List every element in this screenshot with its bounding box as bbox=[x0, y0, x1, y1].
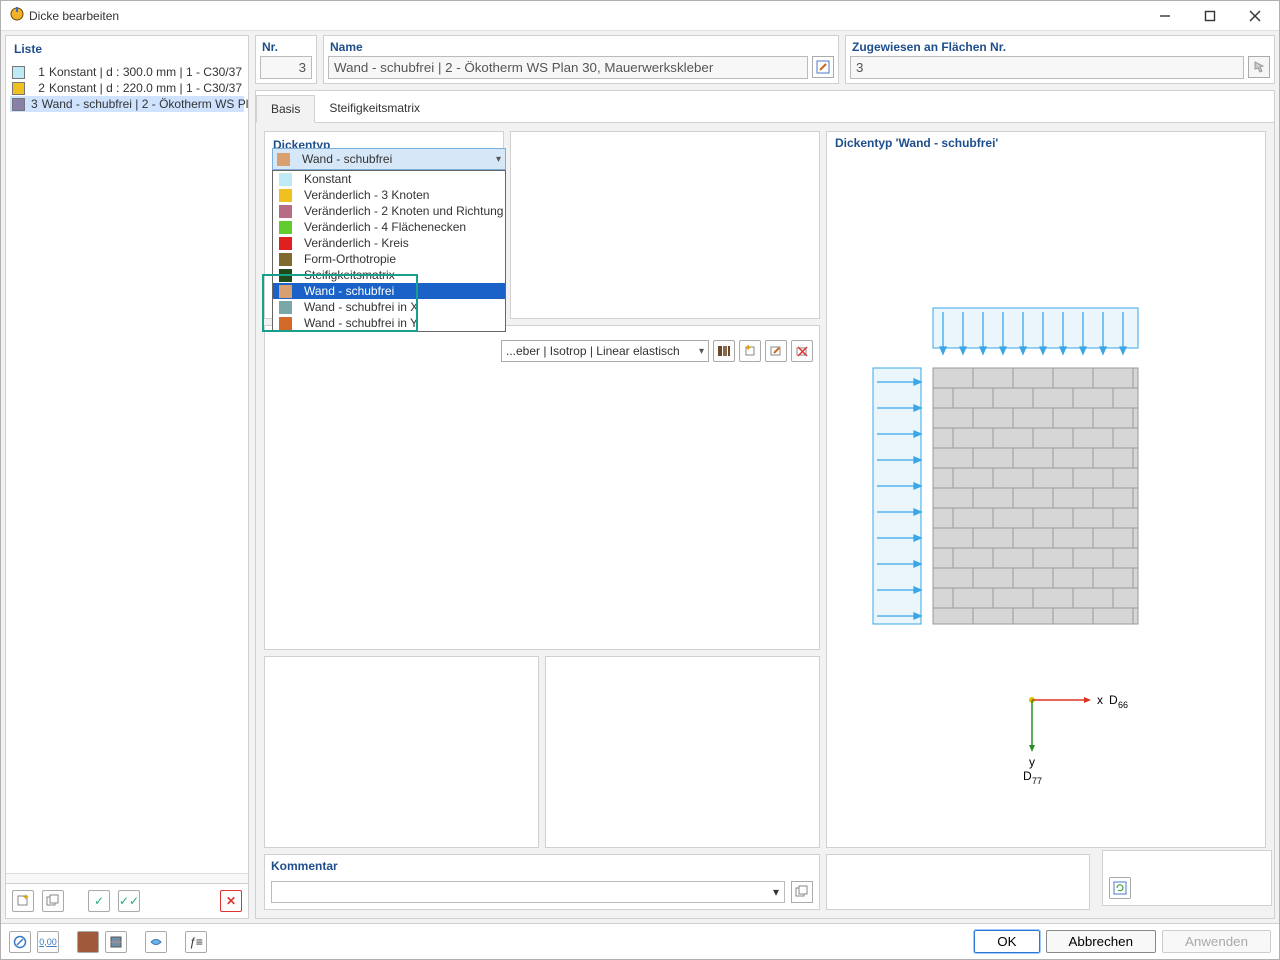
option-kreis[interactable]: Veränderlich - Kreis bbox=[273, 235, 505, 251]
svg-text:✦: ✦ bbox=[22, 894, 30, 902]
name-label: Name bbox=[324, 36, 838, 56]
rename-button[interactable] bbox=[812, 56, 834, 78]
material-edit-button[interactable] bbox=[765, 340, 787, 362]
option-2knoten-richtung[interactable]: Veränderlich - 2 Knoten und Richtung bbox=[273, 203, 505, 219]
maximize-button[interactable] bbox=[1187, 2, 1232, 30]
new-button[interactable]: ✦ bbox=[12, 890, 34, 912]
list-item[interactable]: 1 Konstant | d : 300.0 mm | 1 - C30/37 bbox=[10, 64, 244, 80]
check-all-button[interactable]: ✓✓ bbox=[118, 890, 140, 912]
check-single-button[interactable]: ✓ bbox=[88, 890, 110, 912]
list-item[interactable]: 3 Wand - schubfrei | 2 - Ökotherm WS Pla bbox=[10, 96, 244, 112]
option-schubfrei-x[interactable]: Wand - schubfrei in X bbox=[273, 299, 505, 315]
material-panel: ...eber | Isotrop | Linear elastisch ▾ ✦ bbox=[264, 325, 820, 650]
assigned-input[interactable] bbox=[850, 56, 1244, 79]
delete-button[interactable]: ✕ bbox=[220, 890, 242, 912]
kommentar-label: Kommentar bbox=[271, 859, 813, 875]
bottom-left-panel-2 bbox=[545, 656, 820, 848]
svg-text:D: D bbox=[1023, 769, 1032, 783]
preview-panel: Dickentyp 'Wand - schubfrei' bbox=[826, 131, 1266, 848]
units-button[interactable]: 0,00 bbox=[37, 931, 59, 953]
apply-button[interactable]: Anwenden bbox=[1162, 930, 1271, 953]
chevron-down-icon: ▾ bbox=[496, 154, 501, 165]
window-title: Dicke bearbeiten bbox=[25, 9, 1142, 23]
option-4flaechen[interactable]: Veränderlich - 4 Flächenecken bbox=[273, 219, 505, 235]
material-new-button[interactable]: ✦ bbox=[739, 340, 761, 362]
material-delete-button[interactable] bbox=[791, 340, 813, 362]
tab-matrix[interactable]: Steifigkeitsmatrix bbox=[315, 95, 434, 122]
function-button[interactable]: ƒ≡ bbox=[185, 931, 207, 953]
upper-right-blank-panel bbox=[510, 131, 820, 319]
preview-diagram: x D66 y D77 bbox=[827, 132, 1247, 832]
list-area[interactable]: 1 Konstant | d : 300.0 mm | 1 - C30/37 2… bbox=[6, 62, 248, 873]
svg-text:✦: ✦ bbox=[744, 345, 752, 354]
minimize-button[interactable] bbox=[1142, 2, 1187, 30]
color-swatch-icon bbox=[12, 98, 25, 111]
color-swatch-icon bbox=[12, 82, 25, 95]
list-item[interactable]: 2 Konstant | d : 220.0 mm | 1 - C30/37 bbox=[10, 80, 244, 96]
bottom-right-panel-2 bbox=[1102, 850, 1272, 906]
pick-surface-button[interactable] bbox=[1248, 56, 1270, 78]
material-combo[interactable]: ...eber | Isotrop | Linear elastisch ▾ bbox=[501, 340, 709, 362]
chevron-down-icon[interactable]: ▾ bbox=[773, 885, 779, 899]
option-schubfrei[interactable]: Wand - schubfrei bbox=[273, 283, 505, 299]
texture-button[interactable] bbox=[77, 931, 99, 953]
footer: 0,00 ƒ≡ OK Abbrechen Anwenden bbox=[1, 923, 1279, 959]
scrollbar-horizontal[interactable] bbox=[6, 873, 248, 883]
dickentyp-combo[interactable]: Wand - schubfrei ▾ bbox=[272, 148, 506, 170]
option-3knoten[interactable]: Veränderlich - 3 Knoten bbox=[273, 187, 505, 203]
chevron-down-icon: ▾ bbox=[699, 346, 704, 357]
svg-text:66: 66 bbox=[1118, 700, 1128, 710]
window: Dicke bearbeiten Liste 1 Konstant | d : … bbox=[0, 0, 1280, 960]
dickentyp-dropdown[interactable]: Wand - schubfrei ▾ Konstant Veränderlich… bbox=[272, 148, 506, 332]
help-button[interactable] bbox=[9, 931, 31, 953]
option-schubfrei-y[interactable]: Wand - schubfrei in Y bbox=[273, 315, 505, 331]
name-box: Name bbox=[323, 35, 839, 84]
material-value: ...eber | Isotrop | Linear elastisch bbox=[506, 344, 680, 358]
app-icon bbox=[9, 6, 25, 25]
side-list-panel: Liste 1 Konstant | d : 300.0 mm | 1 - C3… bbox=[5, 35, 249, 919]
nr-label: Nr. bbox=[256, 36, 316, 56]
kommentar-copy-button[interactable] bbox=[791, 881, 813, 903]
cancel-button[interactable]: Abbrechen bbox=[1046, 930, 1156, 953]
titlebar: Dicke bearbeiten bbox=[1, 1, 1279, 31]
tab-basis[interactable]: Basis bbox=[256, 95, 315, 123]
list-header: Liste bbox=[6, 36, 248, 62]
assigned-box: Zugewiesen an Flächen Nr. bbox=[845, 35, 1275, 84]
info-button[interactable] bbox=[145, 931, 167, 953]
ok-button[interactable]: OK bbox=[974, 930, 1039, 953]
assigned-label: Zugewiesen an Flächen Nr. bbox=[846, 36, 1274, 56]
svg-text:D: D bbox=[1109, 693, 1118, 707]
svg-text:y: y bbox=[1029, 755, 1035, 769]
preview-refresh-button[interactable] bbox=[1109, 877, 1131, 899]
number-input[interactable] bbox=[260, 56, 312, 79]
option-matrix[interactable]: Steifigkeitsmatrix bbox=[273, 267, 505, 283]
name-input[interactable] bbox=[328, 56, 808, 79]
copy-button[interactable] bbox=[42, 890, 64, 912]
color-swatch-icon bbox=[12, 66, 25, 79]
option-orthotropie[interactable]: Form-Orthotropie bbox=[273, 251, 505, 267]
material-library-button[interactable] bbox=[713, 340, 735, 362]
dropdown-list: Konstant Veränderlich - 3 Knoten Verände… bbox=[272, 170, 506, 332]
svg-text:77: 77 bbox=[1032, 776, 1042, 786]
color-swatch-icon bbox=[277, 153, 290, 166]
option-konstant[interactable]: Konstant bbox=[273, 171, 505, 187]
kommentar-panel: Kommentar ▾ bbox=[264, 854, 820, 910]
bottom-left-panel-1 bbox=[264, 656, 539, 848]
close-button[interactable] bbox=[1232, 2, 1277, 30]
number-box: Nr. bbox=[255, 35, 317, 84]
layers-button[interactable] bbox=[105, 931, 127, 953]
svg-text:x: x bbox=[1097, 693, 1103, 707]
bottom-right-panel-1 bbox=[826, 854, 1090, 910]
